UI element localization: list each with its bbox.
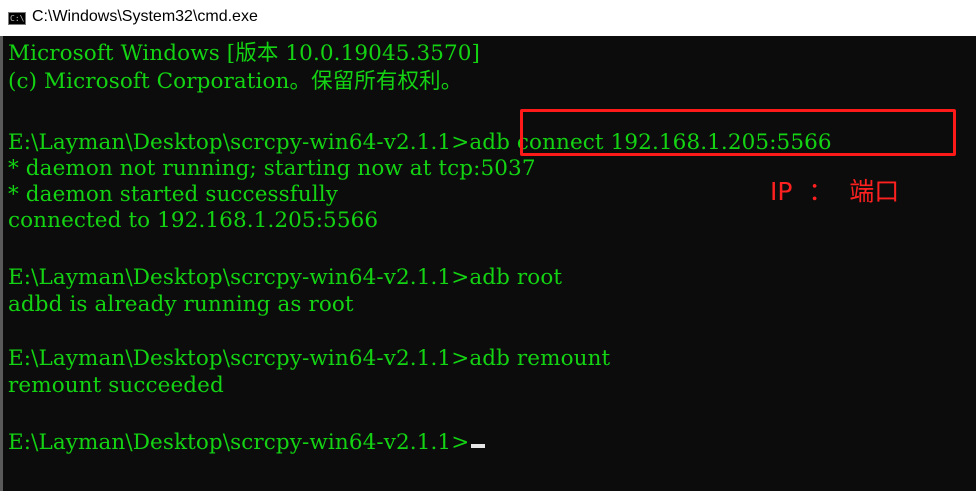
console-prompt: E:\Layman\Desktop\scrcpy-win64-v2.1.1>: [8, 430, 470, 455]
console-line: (c) Microsoft Corporation。保留所有权利。: [8, 69, 463, 94]
annotation-label: IP ： 端口: [770, 177, 900, 206]
cmd-console-icon: C:\: [8, 12, 26, 25]
window-title: C:\Windows\System32\cmd.exe: [32, 8, 258, 25]
console-line: adbd is already running as root: [8, 292, 354, 317]
console-line: E:\Layman\Desktop\scrcpy-win64-v2.1.1>ad…: [8, 265, 563, 290]
console-line: remount succeeded: [8, 373, 224, 398]
console-line: * daemon started successfully: [8, 182, 338, 207]
console-line: connected to 192.168.1.205:5566: [8, 208, 379, 233]
text-cursor: [471, 444, 486, 448]
console-prompt-line[interactable]: E:\Layman\Desktop\scrcpy-win64-v2.1.1>: [8, 430, 486, 456]
console-line: * daemon not running; starting now at tc…: [8, 156, 536, 181]
annotation-highlight-box: [520, 109, 956, 156]
window-left-border: [0, 36, 3, 491]
console-line: E:\Layman\Desktop\scrcpy-win64-v2.1.1>ad…: [8, 346, 611, 371]
window-titlebar[interactable]: C:\ C:\Windows\System32\cmd.exe: [0, 0, 976, 37]
console-output[interactable]: [0, 36, 976, 491]
console-line: Microsoft Windows [版本 10.0.19045.3570]: [8, 41, 481, 66]
